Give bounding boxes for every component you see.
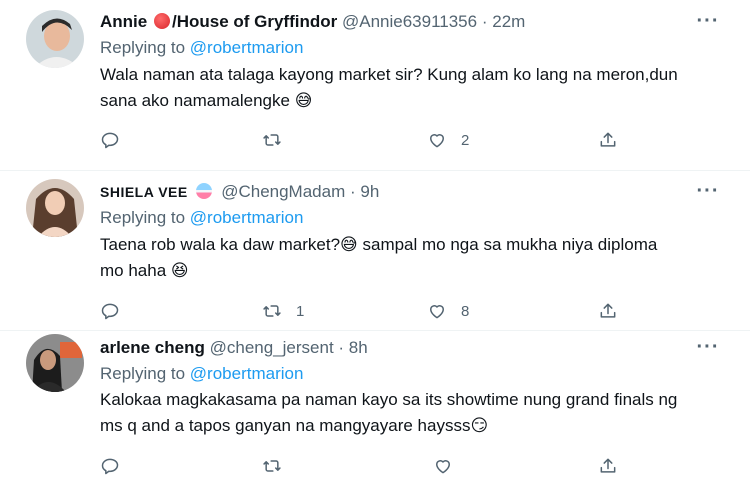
action-bar: 1 8 (100, 299, 640, 323)
reply-icon (101, 132, 119, 149)
avatar[interactable] (26, 10, 84, 68)
sweat-smile-emoji: 😅 (340, 235, 358, 254)
avatar[interactable] (26, 334, 84, 392)
user-handle[interactable]: @cheng_jersent (210, 338, 334, 357)
reply-button[interactable] (100, 128, 134, 152)
tweet-text-line: Kalokaa magkakasama pa naman kayo sa its… (100, 390, 678, 409)
laughing-emoji: 😆 (170, 261, 189, 280)
retweet-count: 1 (296, 302, 305, 320)
replying-to-handle[interactable]: @robertmarion (190, 208, 304, 227)
retweet-button[interactable]: 1 (262, 299, 304, 323)
replying-to-label: Replying to (100, 38, 186, 57)
retweet-icon (263, 134, 281, 146)
like-count: 8 (461, 302, 470, 320)
display-name[interactable]: arlene cheng (100, 338, 205, 357)
replying-to-label: Replying to (100, 364, 186, 383)
tweet-text-line: Taena rob wala ka daw market?😅 sampal mo… (100, 232, 730, 258)
user-handle[interactable]: @ChengMadam (221, 182, 345, 201)
user-handle[interactable]: @Annie63911356 (342, 12, 477, 31)
replying-to-handle[interactable]: @robertmarion (190, 38, 304, 57)
more-icon[interactable]: ··· (696, 11, 720, 36)
share-button[interactable] (598, 299, 618, 323)
timestamp[interactable]: 22m (492, 12, 525, 31)
share-icon (600, 458, 616, 473)
share-button[interactable] (598, 128, 618, 152)
share-icon (600, 132, 616, 147)
tweet-text: Wala naman ata talaga kayong market sir?… (100, 62, 730, 114)
tweet-text-line-part: sana ako namamalengke (100, 91, 290, 110)
retweet-icon (263, 460, 281, 472)
replying-to: Replying to @robertmarion (100, 207, 303, 229)
tweet-text: Kalokaa magkakasama pa naman kayo sa its… (100, 387, 730, 439)
tweet-text-line-part: sampal mo nga sa mukha niya diploma (357, 235, 658, 254)
tweet-3[interactable]: arlene cheng @cheng_jersent · 8h ··· Rep… (0, 330, 750, 493)
timestamp[interactable]: 9h (360, 182, 379, 201)
replying-to-label: Replying to (100, 208, 186, 227)
action-bar: 2 (100, 128, 640, 152)
display-name-suffix[interactable]: /House of Gryffindor (172, 12, 337, 31)
sweat-smile-emoji: 😅 (294, 91, 313, 110)
more-icon[interactable]: ··· (696, 337, 720, 362)
retweet-button[interactable] (262, 454, 296, 478)
like-button[interactable]: 8 (427, 299, 469, 323)
timestamp[interactable]: 8h (349, 338, 368, 357)
display-name[interactable]: Annie (100, 12, 147, 31)
share-button[interactable] (598, 454, 618, 478)
tweet-text-line-part: ms q and a tapos ganyan na mangyayare ha… (100, 416, 471, 435)
more-icon[interactable]: ··· (696, 181, 720, 206)
reply-icon (101, 303, 119, 320)
tweet-1[interactable]: Annie /House of Gryffindor @Annie6391135… (0, 0, 750, 171)
tweet-text-line: ms q and a tapos ganyan na mangyayare ha… (100, 413, 730, 439)
smirk-emoji: 😏 (470, 416, 489, 435)
reply-icon (101, 458, 119, 475)
apple-emoji-icon (153, 13, 170, 29)
tweet-text-line: Wala naman ata talaga kayong market sir?… (100, 65, 678, 84)
display-name[interactable]: SHIELA VEE (100, 184, 188, 200)
retweet-icon (263, 305, 281, 317)
tweet-2[interactable]: SHIELA VEE @ChengMadam · 9h ··· Replying… (0, 170, 750, 331)
replying-to: Replying to @robertmarion (100, 363, 303, 385)
reply-button[interactable] (100, 299, 134, 323)
tweet-text-line-part: mo haha (100, 261, 167, 280)
like-button[interactable] (433, 454, 467, 478)
action-bar (100, 454, 640, 478)
replying-to-handle[interactable]: @robertmarion (190, 364, 304, 383)
replying-to: Replying to @robertmarion (100, 37, 303, 59)
retweet-button[interactable] (262, 128, 296, 152)
like-icon (430, 305, 444, 319)
share-icon (600, 303, 616, 318)
tweet-text: Taena rob wala ka daw market?😅 sampal mo… (100, 232, 730, 284)
avatar[interactable] (26, 179, 84, 237)
like-count: 2 (461, 131, 470, 149)
like-icon (436, 460, 450, 474)
tweet-text-line-part: Taena rob wala ka daw market? (100, 235, 341, 254)
shaved-ice-emoji-icon (196, 183, 213, 199)
reply-button[interactable] (100, 454, 134, 478)
like-button[interactable]: 2 (427, 128, 469, 152)
tweet-text-line: sana ako namamalengke 😅 (100, 88, 730, 114)
like-icon (430, 134, 444, 148)
tweet-text-line: mo haha 😆 (100, 258, 730, 284)
